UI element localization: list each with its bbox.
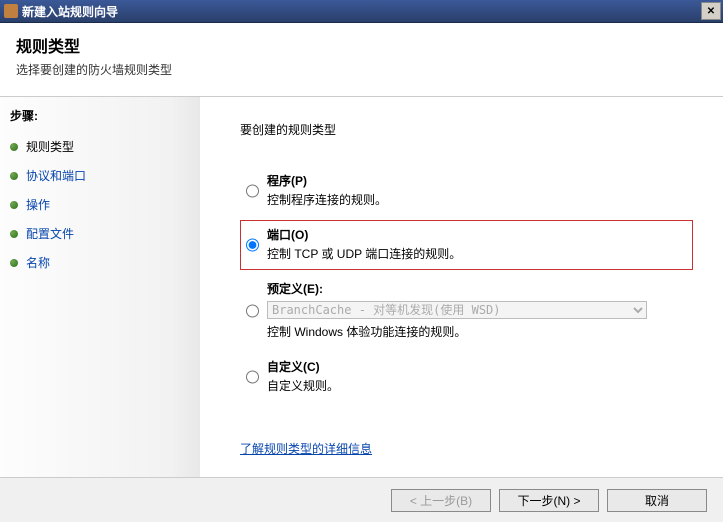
step-action[interactable]: 操作 <box>10 196 190 213</box>
cancel-button[interactable]: 取消 <box>607 489 707 512</box>
option-predefined: 预定义(E): BranchCache - 对等机发现(使用 WSD) 控制 W… <box>240 274 693 348</box>
option-title: 程序(P) <box>267 172 687 189</box>
step-profile[interactable]: 配置文件 <box>10 225 190 242</box>
step-label: 配置文件 <box>26 225 74 242</box>
option-title: 自定义(C) <box>267 358 687 375</box>
wizard-header: 规则类型 选择要创建的防火墙规则类型 <box>0 23 723 97</box>
wizard-footer: < 上一步(B) 下一步(N) > 取消 <box>0 477 723 522</box>
option-desc: 控制程序连接的规则。 <box>267 191 687 208</box>
option-desc: 自定义规则。 <box>267 377 687 394</box>
option-title: 端口(O) <box>267 226 687 243</box>
next-button[interactable]: 下一步(N) > <box>499 489 599 512</box>
radio-predefined[interactable] <box>246 282 259 340</box>
step-name[interactable]: 名称 <box>10 254 190 271</box>
bullet-icon <box>10 201 18 209</box>
window-title: 新建入站规则向导 <box>22 3 701 20</box>
radio-custom[interactable] <box>246 360 259 394</box>
steps-sidebar: 步骤: 规则类型 协议和端口 操作 配置文件 名称 <box>0 97 200 477</box>
steps-label: 步骤: <box>10 107 190 124</box>
close-button[interactable]: ✕ <box>701 2 721 20</box>
step-label: 名称 <box>26 254 50 271</box>
option-title: 预定义(E): <box>267 280 687 297</box>
bullet-icon <box>10 230 18 238</box>
step-rule-type[interactable]: 规则类型 <box>10 138 190 155</box>
step-protocol-port[interactable]: 协议和端口 <box>10 167 190 184</box>
bullet-icon <box>10 259 18 267</box>
content-heading: 要创建的规则类型 <box>240 121 693 138</box>
step-label: 协议和端口 <box>26 167 86 184</box>
step-label: 规则类型 <box>26 138 74 155</box>
option-custom: 自定义(C) 自定义规则。 <box>240 352 693 402</box>
bullet-icon <box>10 143 18 151</box>
app-icon <box>4 4 18 18</box>
option-desc: 控制 TCP 或 UDP 端口连接的规则。 <box>267 245 687 262</box>
page-title: 规则类型 <box>16 33 707 57</box>
radio-port[interactable] <box>246 228 259 262</box>
titlebar: 新建入站规则向导 ✕ <box>0 0 723 23</box>
option-port: 端口(O) 控制 TCP 或 UDP 端口连接的规则。 <box>240 220 693 270</box>
bullet-icon <box>10 172 18 180</box>
step-label: 操作 <box>26 196 50 213</box>
predefined-combo-wrap: BranchCache - 对等机发现(使用 WSD) <box>267 301 687 319</box>
page-subtitle: 选择要创建的防火墙规则类型 <box>16 61 707 78</box>
back-button[interactable]: < 上一步(B) <box>391 489 491 512</box>
option-program: 程序(P) 控制程序连接的规则。 <box>240 166 693 216</box>
option-desc: 控制 Windows 体验功能连接的规则。 <box>267 323 687 340</box>
radio-program[interactable] <box>246 174 259 208</box>
predefined-select[interactable]: BranchCache - 对等机发现(使用 WSD) <box>267 301 647 319</box>
help-link[interactable]: 了解规则类型的详细信息 <box>240 440 372 457</box>
wizard-content: 要创建的规则类型 程序(P) 控制程序连接的规则。 端口(O) 控制 TCP 或… <box>200 97 723 477</box>
